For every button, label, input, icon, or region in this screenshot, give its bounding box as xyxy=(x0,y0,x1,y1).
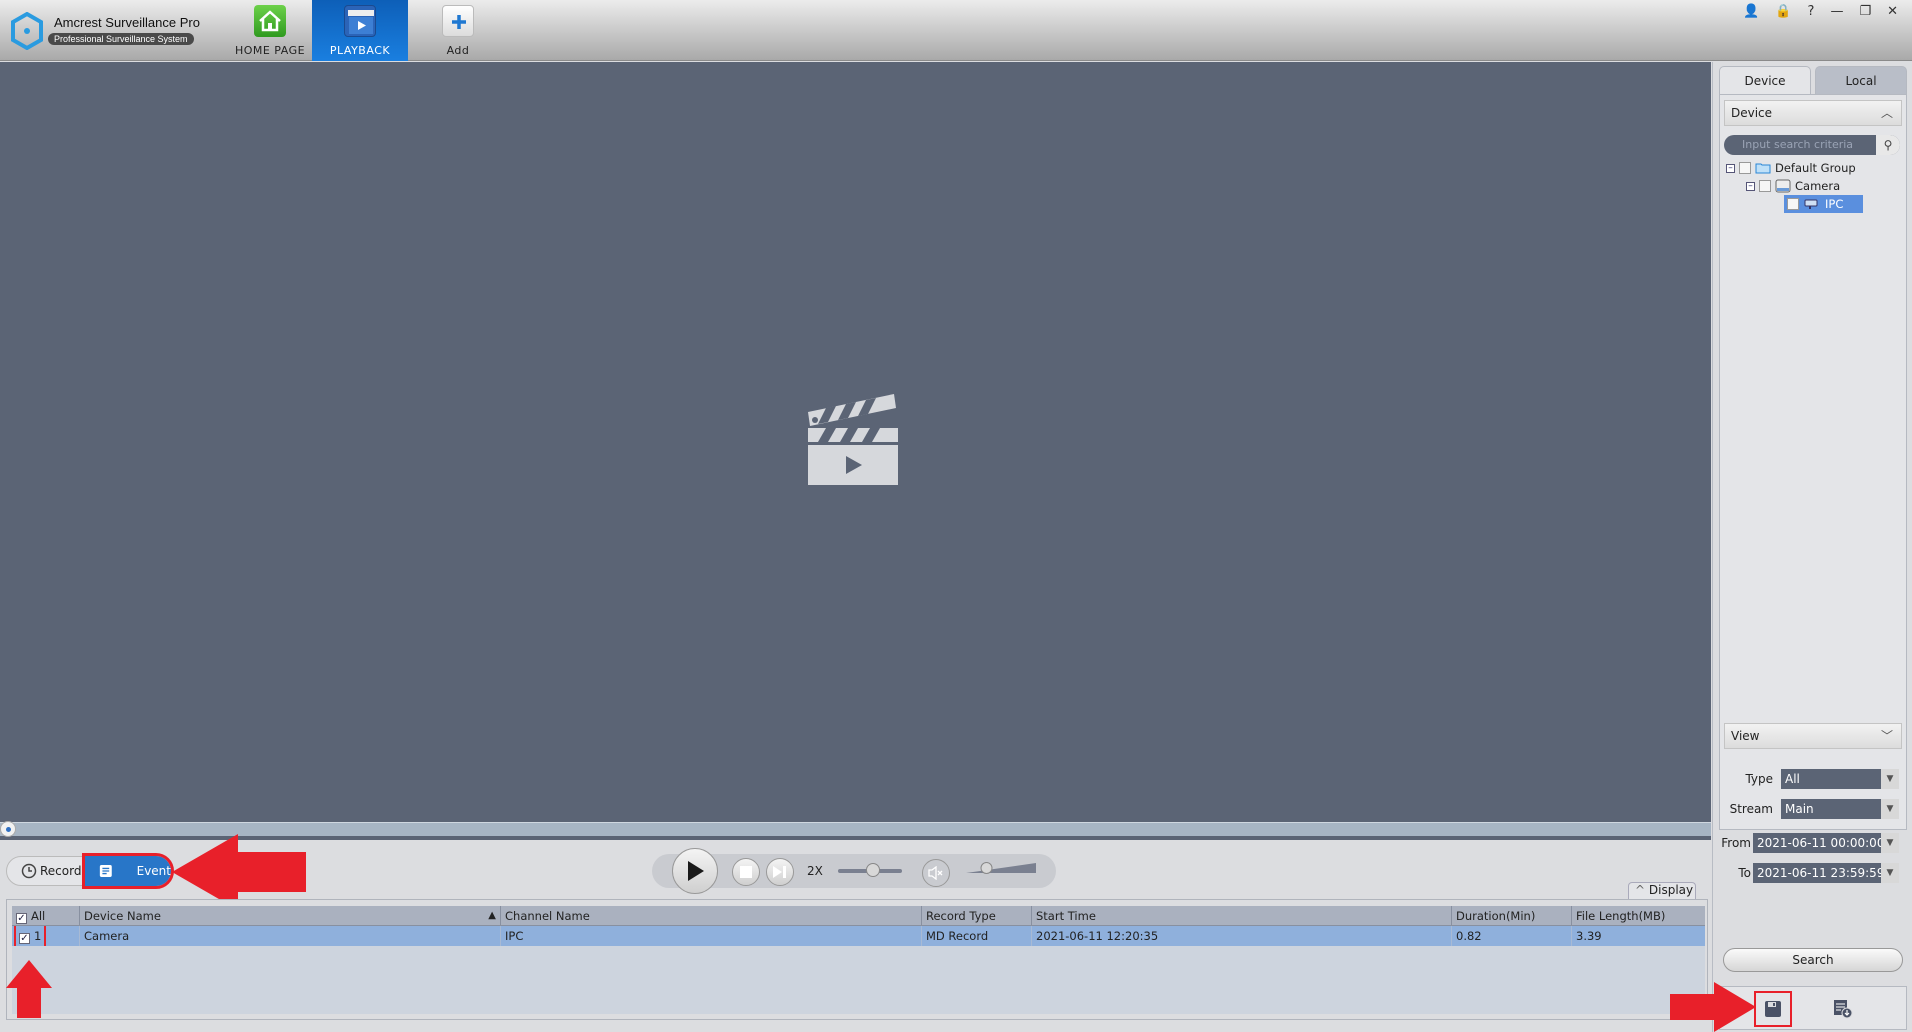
cell-record-type: MD Record xyxy=(922,926,1032,946)
from-label: From xyxy=(1721,836,1751,850)
speed-slider-handle[interactable] xyxy=(866,863,881,877)
search-button[interactable]: Search xyxy=(1723,948,1903,972)
nav-playback[interactable]: PLAYBACK xyxy=(312,0,408,61)
record-mode-button[interactable]: Record xyxy=(21,863,81,879)
minimize-icon[interactable]: — xyxy=(1830,4,1843,19)
nav-home-page[interactable]: HOME PAGE xyxy=(222,0,318,61)
help-icon[interactable]: ? xyxy=(1808,4,1815,19)
window-controls: 👤 🔒 ? — ❐ ✕ xyxy=(1743,4,1898,19)
header-record-type[interactable]: Record Type xyxy=(922,906,1032,925)
user-icon[interactable]: 👤 xyxy=(1743,4,1759,19)
stream-label: Stream xyxy=(1729,802,1773,816)
type-label: Type xyxy=(1745,772,1773,786)
next-frame-button[interactable] xyxy=(766,858,794,886)
right-panel: Device Local Device ︿ Input search crite… xyxy=(1712,62,1912,1032)
list-download-icon xyxy=(1834,1000,1853,1019)
nav-add[interactable]: Add xyxy=(410,0,506,61)
table-header: ✓ All Device Name ▲ Channel Name Record Ty… xyxy=(12,906,1705,926)
type-select[interactable]: All ▼ xyxy=(1781,769,1899,789)
close-icon[interactable]: ✕ xyxy=(1887,4,1898,19)
stop-button[interactable] xyxy=(732,858,760,886)
event-mode-label: Event xyxy=(136,864,171,878)
app-title: Amcrest Surveillance Pro xyxy=(54,15,200,30)
clapperboard-placeholder-icon xyxy=(808,394,898,485)
select-all-header[interactable]: ✓ All xyxy=(12,906,80,925)
download-list-button[interactable] xyxy=(1830,995,1856,1023)
download-button[interactable] xyxy=(1754,991,1792,1027)
volume-slider[interactable] xyxy=(966,862,1036,874)
app-logo-icon xyxy=(11,12,43,50)
filter-form: Type All ▼ Stream Main ▼ From 2021-06-11 0… xyxy=(1713,62,1912,883)
record-table: ✓ All Device Name ▲ Channel Name Record Ty… xyxy=(12,906,1705,1014)
to-label: To xyxy=(1738,866,1751,880)
step-forward-icon xyxy=(773,866,786,878)
play-icon xyxy=(688,861,704,881)
header-duration[interactable]: Duration(Min) xyxy=(1452,906,1572,925)
to-datetime[interactable]: 2021-06-11 23:59:59 ▼ xyxy=(1753,863,1899,883)
restore-icon[interactable]: ❐ xyxy=(1859,4,1871,19)
volume-slider-handle[interactable] xyxy=(980,862,993,874)
annotation-arrow-up xyxy=(6,960,52,1018)
header-channel-name[interactable]: Channel Name xyxy=(501,906,922,925)
cell-channel-name: IPC xyxy=(501,926,922,946)
save-icon xyxy=(1765,1001,1781,1017)
select-all-checkbox[interactable]: ✓ xyxy=(16,913,27,924)
header-device-name[interactable]: Device Name ▲ xyxy=(80,906,501,925)
mute-button[interactable] xyxy=(922,859,950,887)
row-checkbox[interactable]: ✓ xyxy=(19,933,30,944)
display-toggle[interactable]: ^ Display xyxy=(1628,882,1696,900)
play-button[interactable] xyxy=(672,848,718,894)
cell-duration: 0.82 xyxy=(1452,926,1572,946)
row-select-cell[interactable]: ✓ 1 xyxy=(12,926,80,946)
plus-icon xyxy=(442,5,474,37)
nav-home-label: HOME PAGE xyxy=(234,44,306,57)
stream-select[interactable]: Main ▼ xyxy=(1781,799,1899,819)
video-playback-area[interactable] xyxy=(0,62,1711,818)
dropdown-arrow-icon[interactable]: ▼ xyxy=(1881,769,1899,789)
dropdown-arrow-icon[interactable]: ▼ xyxy=(1881,833,1899,853)
clock-icon xyxy=(21,863,37,879)
lock-icon[interactable]: 🔒 xyxy=(1775,4,1791,19)
dropdown-arrow-icon[interactable]: ▼ xyxy=(1881,863,1899,883)
speaker-muted-icon xyxy=(928,866,943,880)
sort-asc-icon: ▲ xyxy=(488,910,496,921)
record-mode-label: Record xyxy=(40,864,82,878)
header-start-time[interactable]: Start Time xyxy=(1032,906,1452,925)
record-table-container: ✓ All Device Name ▲ Channel Name Record Ty… xyxy=(6,899,1708,1020)
annotation-arrow-right xyxy=(1670,982,1756,1032)
playback-controls: 2X xyxy=(652,848,1056,894)
table-row[interactable]: ✓ 1 Camera IPC MD Record 2021-06-11 12:20… xyxy=(12,926,1705,946)
header-file-length[interactable]: File Length(MB) xyxy=(1572,906,1705,925)
from-datetime[interactable]: 2021-06-11 00:00:00 ▼ xyxy=(1753,833,1899,853)
nav-playback-label: PLAYBACK xyxy=(329,44,391,57)
nav-add-label: Add xyxy=(446,44,470,57)
dropdown-arrow-icon[interactable]: ▼ xyxy=(1881,799,1899,819)
mode-switch: Record Event xyxy=(6,853,174,889)
app-subtitle: Professional Surveillance System xyxy=(48,33,194,45)
title-bar: Amcrest Surveillance Pro Professional Su… xyxy=(0,0,1912,61)
cell-device-name: Camera xyxy=(80,926,501,946)
event-list-icon xyxy=(99,865,112,877)
display-toggle-label: Display xyxy=(1648,883,1694,897)
chevron-up-icon: ^ xyxy=(1635,883,1646,897)
cell-file-length: 3.39 xyxy=(1576,929,1602,943)
cell-start-time: 2021-06-11 12:20:35 xyxy=(1032,926,1452,946)
home-icon xyxy=(254,5,286,37)
clapperboard-icon xyxy=(344,5,376,37)
seek-handle[interactable] xyxy=(0,821,16,837)
speed-label: 2X xyxy=(807,864,823,878)
stop-icon xyxy=(740,866,752,878)
event-mode-button[interactable]: Event xyxy=(82,853,174,889)
